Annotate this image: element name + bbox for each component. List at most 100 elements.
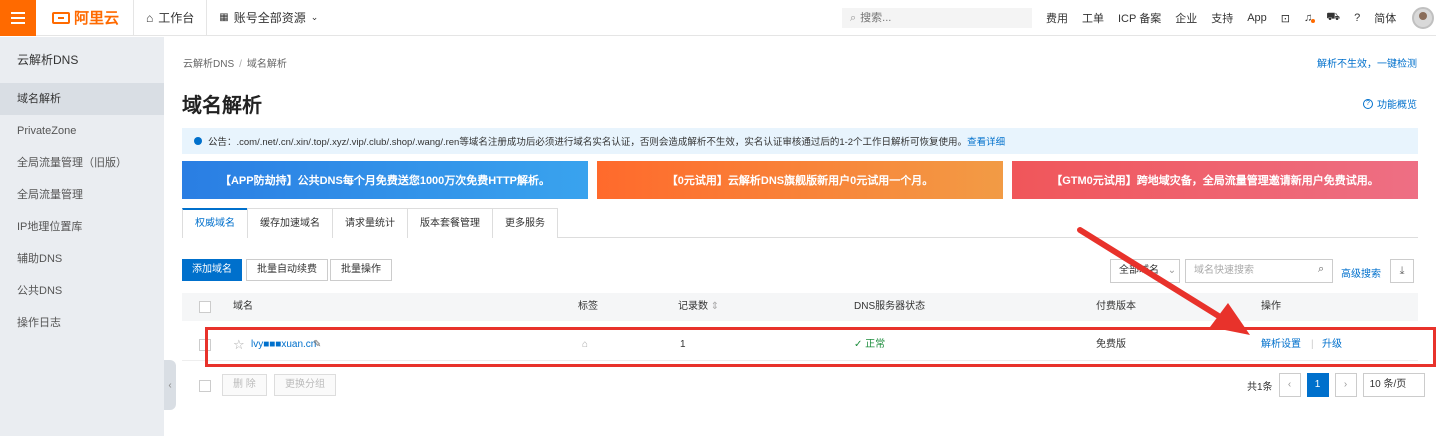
column-tags: 标签 [578,301,598,312]
sidebar-item-gtm-legacy[interactable]: 全局流量管理（旧版） [0,147,164,179]
edit-icon[interactable]: ✎ [313,329,321,361]
sidebar-item-operation-log[interactable]: 操作日志 [0,307,164,339]
info-icon [194,137,202,145]
feature-overview-label: 功能概览 [1377,100,1417,111]
top-right-links: 费用 工单 ICP 备案 企业 支持 App ⊡ ♫ ⛟ ? 简体 [1046,0,1435,36]
dns-status-value: ✓ 正常 [854,329,885,361]
menu-icon[interactable] [0,0,36,36]
batch-renew-button[interactable]: 批量自动续费 [246,259,328,281]
icp-link[interactable]: ICP 备案 [1118,10,1161,26]
sidebar-item-ip-geo[interactable]: IP地理位置库 [0,211,164,243]
notice-detail-link[interactable]: 查看详细 [967,134,1005,148]
dns-check-link[interactable]: 解析不生效，一键检测 [1317,55,1417,70]
workbench-label: 工作台 [158,11,195,25]
help-icon[interactable]: ? [1354,12,1360,24]
sidebar: 云解析DNS 域名解析 PrivateZone 全局流量管理（旧版） 全局流量管… [0,37,164,436]
row-checkbox[interactable] [199,339,211,351]
enterprise-link[interactable]: 企业 [1175,10,1197,26]
sidebar-item-gtm[interactable]: 全局流量管理 [0,179,164,211]
footer-select-all-checkbox[interactable] [199,380,211,392]
language-switch[interactable]: 简体 [1374,10,1396,26]
domain-filter-value: 全部域名 [1119,265,1159,276]
check-circle-icon: ✓ [854,339,863,350]
breadcrumb-root[interactable]: 云解析DNS [183,59,234,70]
delete-button[interactable]: 删 除 [222,374,267,396]
sort-icon: ⇕ [710,301,720,312]
tag-icon[interactable]: ⌂ [582,329,588,361]
promo-banner-trial[interactable]: 【0元试用】云解析DNS旗舰版新用户0元试用一个月。 [597,161,1003,199]
page-number-current[interactable]: 1 [1306,373,1329,397]
star-icon[interactable]: ☆ [233,329,245,361]
chevron-down-icon: ⌄ [1167,265,1177,276]
workbench-link[interactable]: ⌂ 工作台 [134,0,208,36]
feature-overview-link[interactable]: ? 功能概览 [1363,96,1417,111]
domain-link[interactable]: lvy■■■xuan.cn [251,329,316,361]
domain-filter-select[interactable]: 全部域名 ⌄ [1110,259,1180,283]
resources-dropdown[interactable]: ▦ 账号全部资源 ⌄ [207,0,330,36]
prev-page-button[interactable]: ‹ [1278,373,1301,397]
breadcrumb-current: 域名解析 [246,59,287,70]
add-domain-button[interactable]: 添加域名 [182,259,242,281]
dns-settings-link[interactable]: 解析设置 [1261,329,1301,361]
download-icon[interactable]: ⤓ [1390,259,1414,283]
notice-text: 公告：.com/.net/.cn/.xin/.top/.xyz/.vip/.cl… [208,137,968,148]
next-page-button[interactable]: › [1334,373,1357,397]
avatar[interactable] [1412,7,1435,29]
promo-banner-app[interactable]: 【APP防劫持】公共DNS每个月免费送您1000万次免费HTTP解析。 [182,161,588,199]
column-dns-status: DNS服务器状态 [854,301,926,312]
home-icon: ⌂ [146,10,154,25]
breadcrumb: 云解析DNS / 域名解析 [183,59,287,70]
tab-cache-domains[interactable]: 缓存加速域名 [247,208,333,238]
terminal-icon[interactable]: ⊡ [1281,12,1290,25]
promo-banner-gtm[interactable]: 【GTM0元试用】跨地域灾备，全局流量管理邀请新用户免费试用。 [1012,161,1418,199]
tab-more-services[interactable]: 更多服务 [492,208,558,238]
search-icon: ⌕ [850,11,857,24]
column-record-count[interactable]: 记录数 ⇕ [678,293,719,321]
app-link[interactable]: App [1247,12,1267,24]
dns-status-label: 正常 [865,339,886,350]
action-divider: | [1311,339,1314,350]
bell-icon[interactable]: ♫ [1304,12,1316,24]
edition-value: 免费版 [1096,339,1126,350]
table-footer: 删 除 更换分组 [182,374,1418,398]
resources-label: 账号全部资源 [233,11,306,25]
aliyun-logo[interactable]: 阿里云 [36,0,135,36]
tab-authoritative-domains[interactable]: 权威域名 [182,208,248,238]
billing-link[interactable]: 费用 [1046,10,1068,26]
select-all-checkbox[interactable] [199,301,211,313]
tab-edition-management[interactable]: 版本套餐管理 [407,208,493,238]
question-circle-icon: ? [1363,98,1373,109]
column-actions: 操作 [1261,301,1281,312]
ticket-link[interactable]: 工单 [1082,10,1104,26]
page-size-select[interactable]: 10 条/页 [1362,373,1425,397]
notification-dot [1311,19,1316,23]
cart-icon[interactable]: ⛟ [1326,11,1340,25]
aliyun-logo-mark [52,11,70,24]
upgrade-link[interactable]: 升级 [1322,329,1342,361]
search-input[interactable] [860,12,1011,24]
search-icon[interactable]: ⌕ [1318,263,1324,276]
sidebar-title: 云解析DNS [17,53,79,67]
batch-operation-button[interactable]: 批量操作 [330,259,392,281]
tab-request-stats[interactable]: 请求量统计 [332,208,408,238]
record-count-value: 1 [680,339,686,350]
record-count-label: 记录数 [678,301,708,312]
sidebar-item-privatezone[interactable]: PrivateZone [0,115,164,147]
domain-quick-search-input[interactable]: 域名快速搜索 [1185,259,1333,283]
column-edition: 付费版本 [1096,301,1136,312]
grid-icon: ▦ [219,12,229,23]
total-count: 共1条 [1247,381,1273,393]
global-search[interactable]: ⌕ [842,8,1032,28]
sidebar-item-secondary-dns[interactable]: 辅助DNS [0,243,164,275]
change-group-button[interactable]: 更换分组 [274,374,336,396]
sidebar-item-public-dns[interactable]: 公共DNS [0,275,164,307]
column-domain: 域名 [233,301,253,312]
advanced-search-link[interactable]: 高级搜索 [1341,265,1381,280]
logo-text: 阿里云 [74,10,120,27]
table-header: 域名 标签 记录数 ⇕ DNS服务器状态 付费版本 操作 [182,293,1418,321]
promo-banners: 【APP防劫持】公共DNS每个月免费送您1000万次免费HTTP解析。 【0元试… [182,161,1418,199]
chevron-down-icon: ⌄ [310,12,319,22]
domain-tabs: 权威域名 缓存加速域名 请求量统计 版本套餐管理 更多服务 [182,208,1418,238]
support-link[interactable]: 支持 [1211,10,1233,26]
sidebar-item-domain-resolution[interactable]: 域名解析 [0,83,164,115]
